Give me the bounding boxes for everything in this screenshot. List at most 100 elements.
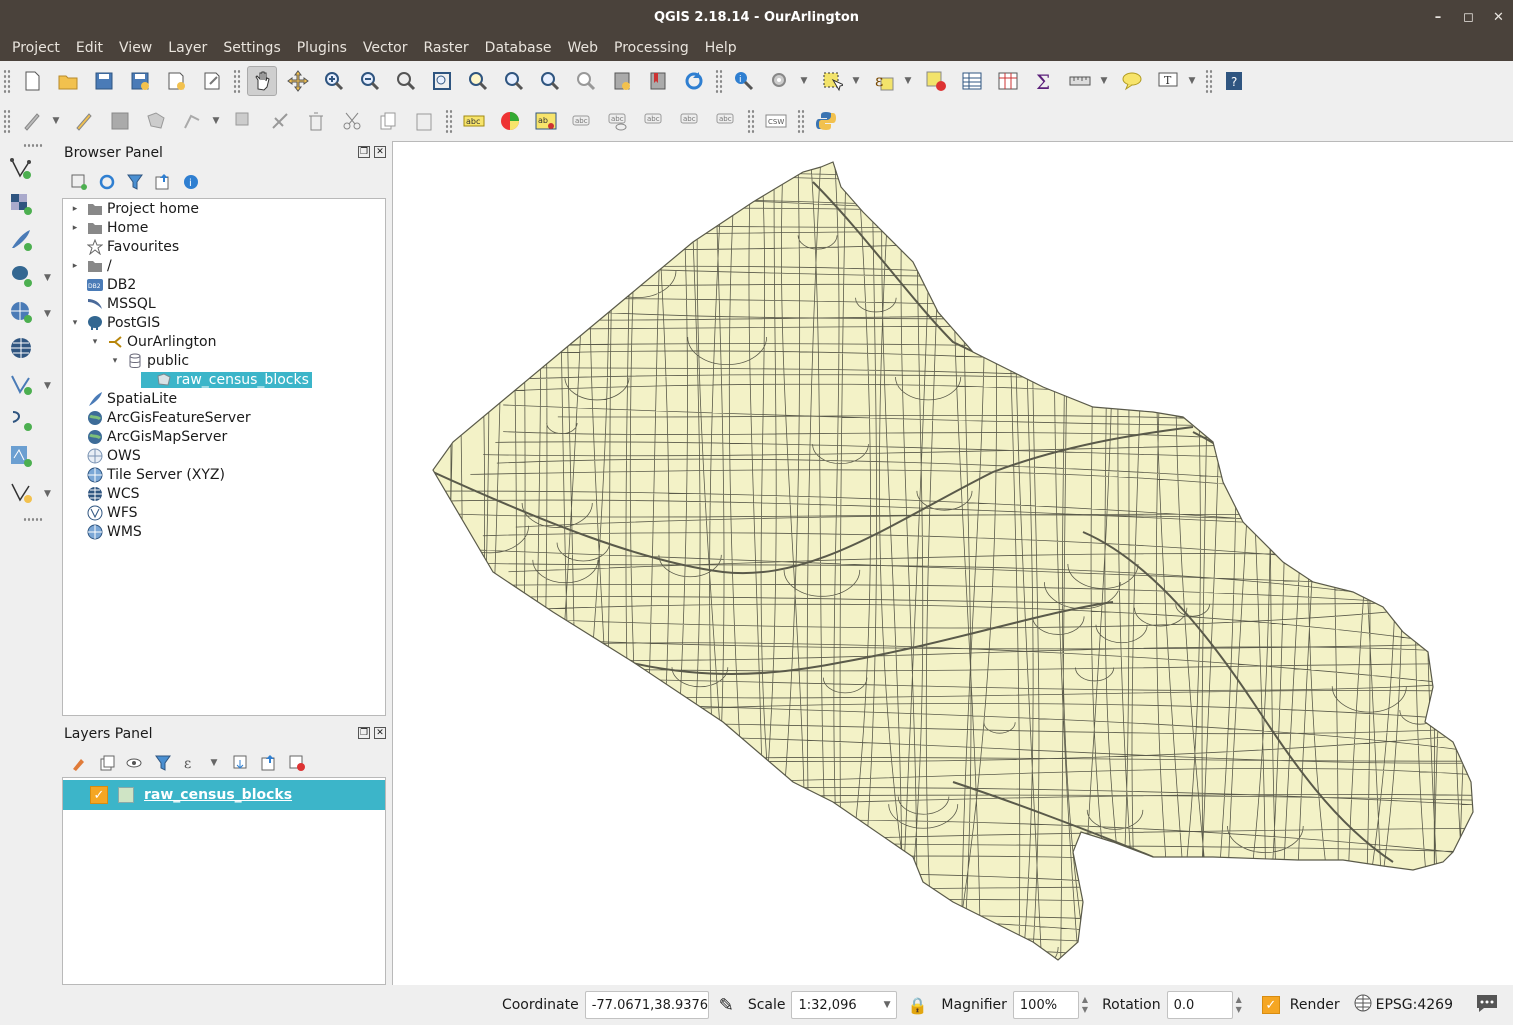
manage-visibility-icon[interactable]: [124, 752, 146, 774]
save-edits-icon[interactable]: [105, 106, 135, 136]
tree-item-wcs[interactable]: WCS: [69, 484, 140, 503]
messages-icon[interactable]: [1475, 992, 1499, 1018]
filter-by-expression-icon[interactable]: ε: [180, 752, 202, 774]
minimize-icon[interactable]: –: [1433, 0, 1443, 35]
magnifier-spinner[interactable]: ▲ ▼: [1082, 995, 1088, 1015]
toolbar-grip[interactable]: [3, 109, 11, 133]
expand-arrow-icon[interactable]: ▸: [69, 204, 81, 214]
tree-item-spatialite[interactable]: SpatiaLite: [69, 389, 177, 408]
chevron-down-icon[interactable]: ▼: [1098, 76, 1110, 86]
maximize-icon[interactable]: ◻: [1463, 0, 1474, 35]
toolbar-grip[interactable]: [23, 517, 43, 523]
csw-icon[interactable]: CSW: [761, 106, 791, 136]
crs-label[interactable]: EPSG:4269: [1376, 997, 1453, 1013]
expand-arrow-icon[interactable]: ▾: [89, 337, 101, 347]
tree-item-ourarlington[interactable]: ▾ OurArlington: [89, 332, 217, 351]
layer-labeling-icon[interactable]: abc: [459, 106, 489, 136]
scale-combo[interactable]: 1:32,096 ▼: [791, 991, 898, 1019]
text-annotation-icon[interactable]: T: [1153, 66, 1183, 96]
close-panel-icon[interactable]: ✕: [374, 146, 386, 158]
remove-layer-icon[interactable]: [286, 752, 308, 774]
add-postgis-layer-icon[interactable]: [6, 261, 36, 291]
layer-diagram-icon[interactable]: ab: [531, 106, 561, 136]
save-as-icon[interactable]: [125, 66, 155, 96]
menu-layer[interactable]: Layer: [160, 40, 215, 56]
identify-icon[interactable]: i: [729, 66, 759, 96]
toggle-editing-icon[interactable]: [69, 106, 99, 136]
chevron-down-icon[interactable]: ▼: [44, 381, 51, 391]
menu-raster[interactable]: Raster: [416, 40, 477, 56]
delete-selected-icon[interactable]: [265, 106, 295, 136]
menu-processing[interactable]: Processing: [606, 40, 697, 56]
zoom-to-selection-icon[interactable]: [463, 66, 493, 96]
chevron-down-icon[interactable]: ▼: [44, 273, 51, 283]
chevron-down-icon[interactable]: ▼: [44, 309, 51, 319]
add-feature-icon[interactable]: [141, 106, 171, 136]
show-bookmarks-icon[interactable]: [643, 66, 673, 96]
rotation-spinner[interactable]: ▲ ▼: [1236, 995, 1242, 1015]
tree-item-wfs[interactable]: WFS: [69, 503, 138, 522]
expand-all-icon[interactable]: [230, 752, 252, 774]
zoom-full-icon[interactable]: [427, 66, 457, 96]
zoom-out-icon[interactable]: [355, 66, 385, 96]
render-checkbox[interactable]: ✓: [1261, 996, 1280, 1014]
pin-labels-icon[interactable]: abc: [567, 106, 597, 136]
pan-icon[interactable]: [247, 66, 277, 96]
layer-row-raw-census-blocks[interactable]: ✓ raw_census_blocks: [63, 780, 385, 810]
select-features-icon[interactable]: [817, 66, 847, 96]
menu-plugins[interactable]: Plugins: [289, 40, 355, 56]
expand-arrow-icon[interactable]: ▾: [69, 318, 81, 328]
add-delimited-text-layer-icon[interactable]: [6, 441, 36, 471]
refresh-icon[interactable]: [96, 171, 118, 193]
float-panel-icon[interactable]: ❐: [358, 727, 370, 739]
tree-item-arcgis-map-server[interactable]: ArcGisMapServer: [69, 427, 227, 446]
pan-to-selection-icon[interactable]: [283, 66, 313, 96]
menu-view[interactable]: View: [111, 40, 160, 56]
layer-visibility-checkbox[interactable]: ✓: [90, 786, 108, 804]
tree-item-postgis[interactable]: ▾ PostGIS: [69, 313, 160, 332]
info-icon[interactable]: i: [180, 171, 202, 193]
coordinate-field[interactable]: -77.0671,38.9376: [584, 991, 709, 1019]
toolbar-grip[interactable]: [445, 109, 453, 133]
collapse-all-icon[interactable]: [152, 171, 174, 193]
chevron-down-icon[interactable]: ▼: [798, 76, 810, 86]
new-shapefile-layer-icon[interactable]: [6, 477, 36, 507]
lock-scale-icon[interactable]: 🔒: [907, 996, 927, 1015]
add-group-icon[interactable]: [96, 752, 118, 774]
zoom-in-icon[interactable]: [319, 66, 349, 96]
tree-item-home[interactable]: ▸ Home: [69, 218, 149, 237]
chevron-down-icon[interactable]: ▼: [208, 758, 220, 768]
add-spatialite-layer-icon[interactable]: [6, 225, 36, 255]
chevron-down-icon[interactable]: ▼: [902, 76, 914, 86]
new-print-composer-icon[interactable]: [161, 66, 191, 96]
tree-item-root[interactable]: ▸ /: [69, 256, 112, 275]
menu-edit[interactable]: Edit: [68, 40, 111, 56]
chevron-down-icon[interactable]: ▼: [50, 116, 62, 126]
zoom-last-icon[interactable]: [535, 66, 565, 96]
menu-project[interactable]: Project: [4, 40, 68, 56]
chevron-down-icon[interactable]: ▼: [884, 1000, 891, 1010]
show-hide-labels-icon[interactable]: abc: [603, 106, 633, 136]
filter-icon[interactable]: [124, 171, 146, 193]
zoom-next-icon[interactable]: [571, 66, 601, 96]
copy-features-icon[interactable]: [373, 106, 403, 136]
current-edits-icon[interactable]: [17, 106, 47, 136]
menu-database[interactable]: Database: [477, 40, 560, 56]
menu-vector[interactable]: Vector: [355, 40, 416, 56]
add-wcs-layer-icon[interactable]: [6, 333, 36, 363]
add-raster-layer-icon[interactable]: [6, 189, 36, 219]
toolbar-grip[interactable]: [747, 109, 755, 133]
statistics-icon[interactable]: [993, 66, 1023, 96]
chevron-down-icon[interactable]: ▼: [44, 489, 51, 499]
tree-item-public[interactable]: ▾ public: [109, 351, 189, 370]
style-panel-icon[interactable]: [68, 752, 90, 774]
add-wfs-layer-icon[interactable]: [6, 369, 36, 399]
tree-item-mssql[interactable]: MSSQL: [69, 294, 156, 313]
save-project-icon[interactable]: [89, 66, 119, 96]
crs-globe-icon[interactable]: [1354, 994, 1372, 1016]
select-by-expression-icon[interactable]: ε: [869, 66, 899, 96]
toolbar-grip[interactable]: [23, 143, 43, 149]
map-tips-icon[interactable]: [1117, 66, 1147, 96]
tree-item-raw-census-blocks[interactable]: raw_census_blocks: [129, 370, 312, 389]
menu-help[interactable]: Help: [697, 40, 745, 56]
